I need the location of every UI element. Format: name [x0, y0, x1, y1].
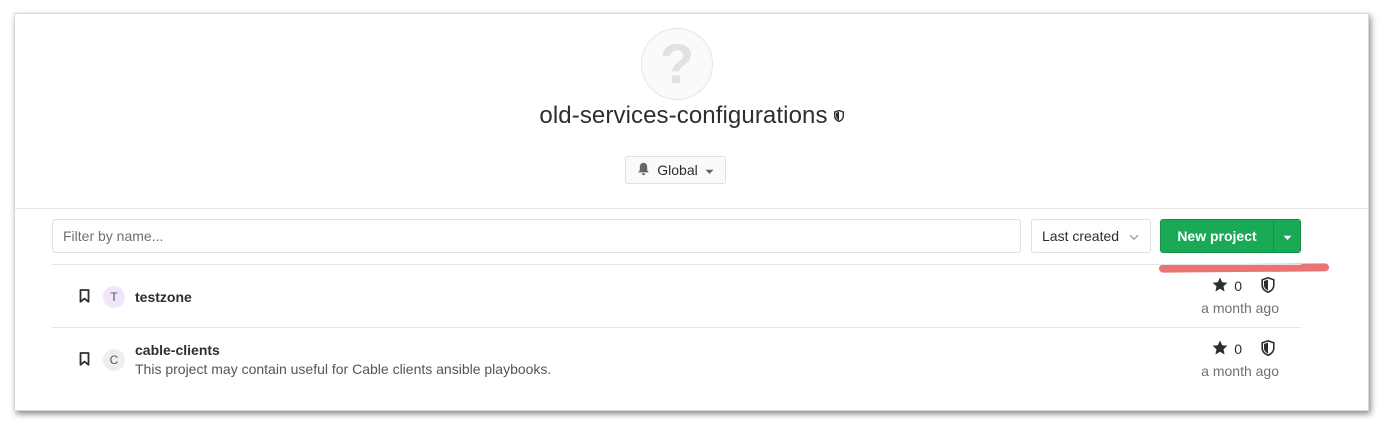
sort-label: Last created: [1042, 228, 1120, 244]
project-initial: C: [109, 353, 119, 367]
star-count-value: 0: [1234, 278, 1242, 294]
group-name: old-services-configurations: [539, 102, 828, 129]
new-project-button[interactable]: New project: [1160, 219, 1301, 253]
group-avatar: ?: [641, 28, 713, 100]
star-count-value: 0: [1234, 341, 1242, 357]
group-page: ? old-services-configurations Global Las…: [14, 13, 1369, 411]
page-title: old-services-configurations: [15, 102, 1368, 130]
filter-input[interactable]: [52, 219, 1021, 253]
project-name-link[interactable]: testzone: [135, 289, 192, 305]
caret-down-icon: [1283, 228, 1292, 244]
bookmark-icon: [79, 352, 90, 371]
project-row[interactable]: C cable-clients This project may contain…: [52, 328, 1301, 394]
updated-time: a month ago: [1201, 363, 1279, 379]
star-count[interactable]: 0: [1212, 277, 1242, 295]
group-avatar-glyph: ?: [659, 32, 695, 95]
project-initial: T: [110, 290, 118, 304]
project-name-link[interactable]: cable-clients: [135, 342, 220, 358]
new-project-label[interactable]: New project: [1161, 220, 1273, 252]
new-project-dropdown-toggle[interactable]: [1273, 220, 1300, 252]
header-divider: [15, 208, 1368, 209]
bookmark-icon: [79, 289, 90, 308]
project-avatar: C: [103, 349, 125, 371]
project-row[interactable]: T testzone 0 a month ago: [52, 265, 1301, 327]
project-description: This project may contain useful for Cabl…: [135, 361, 552, 377]
caret-down-icon: [705, 162, 714, 178]
updated-time: a month ago: [1201, 300, 1279, 316]
project-avatar: T: [103, 286, 125, 308]
sort-dropdown[interactable]: Last created: [1031, 219, 1151, 253]
shield-icon: [833, 101, 844, 129]
notification-dropdown[interactable]: Global: [625, 156, 726, 184]
star-count[interactable]: 0: [1212, 340, 1242, 358]
bell-icon: [637, 162, 650, 179]
shield-icon: [1261, 339, 1275, 361]
shield-icon: [1261, 276, 1275, 298]
notification-label: Global: [657, 162, 698, 178]
chevron-down-icon: [1129, 228, 1139, 244]
star-icon: [1212, 277, 1228, 295]
star-icon: [1212, 340, 1228, 358]
